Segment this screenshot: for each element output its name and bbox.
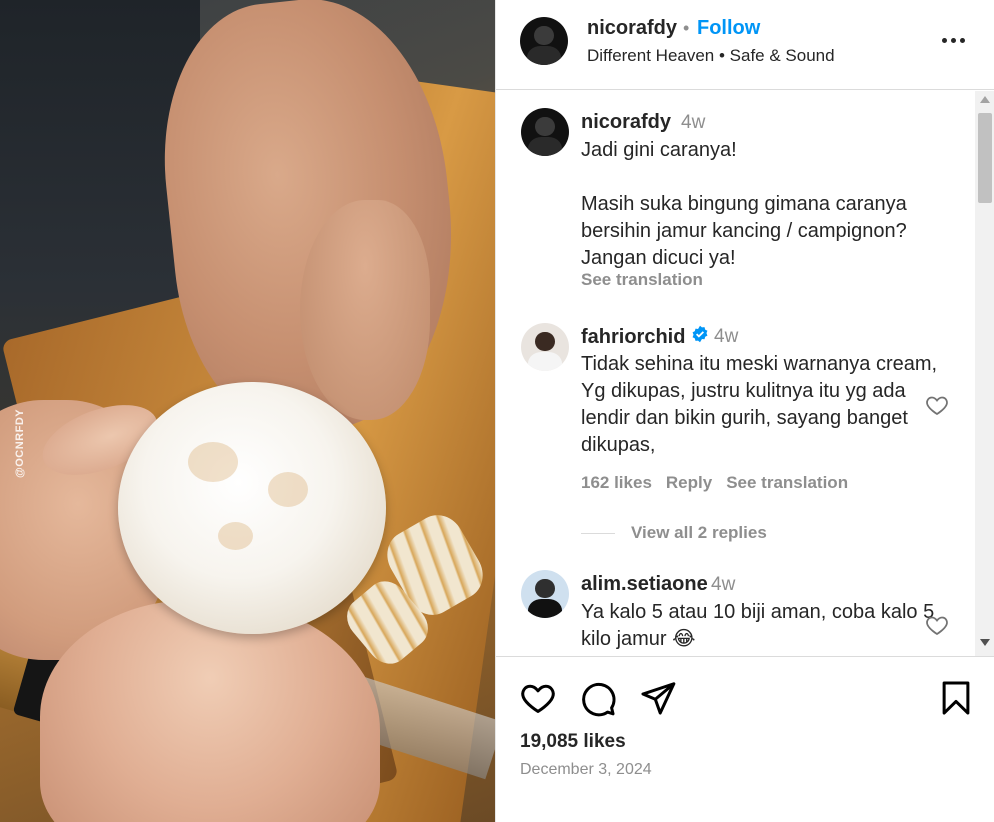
comment-username-text[interactable]: fahriorchid (581, 326, 685, 348)
mushroom-spot (268, 472, 308, 507)
replies-divider (581, 533, 615, 534)
comment-username[interactable]: alim.setiaone (581, 573, 708, 596)
caption-see-translation[interactable]: See translation (581, 270, 703, 290)
author-username[interactable]: nicorafdy (587, 17, 677, 40)
follow-button[interactable]: Follow (697, 17, 760, 40)
mushroom (118, 382, 386, 634)
audio-track[interactable]: Different Heaven • Safe & Sound (587, 46, 835, 66)
author-avatar[interactable] (520, 17, 568, 65)
comment-time[interactable]: 4w (714, 326, 738, 348)
post-date[interactable]: December 3, 2024 (520, 761, 652, 779)
mushroom-spot (218, 522, 253, 550)
comment-text: Tidak sehina itu meski warnanya cream, Y… (581, 353, 938, 456)
paper-plane-icon[interactable] (639, 679, 677, 717)
view-replies-button[interactable]: View all 2 replies (631, 523, 767, 543)
comment-icon[interactable] (579, 679, 617, 717)
scroll-thumb[interactable] (978, 113, 992, 203)
post-actions: 19,085 likes December 3, 2024 (496, 656, 994, 822)
separator-dot: • (683, 18, 690, 38)
caption-text: Jadi gini caranya! Masih suka bingung gi… (581, 139, 907, 269)
likes-count[interactable]: 19,085 likes (520, 731, 626, 753)
reply-button[interactable]: Reply (666, 473, 712, 492)
comment-time[interactable]: 4w (711, 574, 735, 596)
post-details-panel: nicorafdy • Follow Different Heaven • Sa… (495, 0, 994, 822)
mushroom-spot (188, 442, 238, 482)
comment-likes-count[interactable]: 162 likes (581, 473, 652, 492)
scroll-up-arrow-icon[interactable] (980, 96, 990, 103)
post-media[interactable]: @OCNRFDY (0, 0, 495, 822)
comment-avatar[interactable] (521, 323, 569, 371)
comment-like-heart-icon[interactable] (925, 393, 949, 417)
verified-badge-icon (692, 325, 708, 343)
comments-scrollbar[interactable] (975, 91, 994, 656)
media-watermark: @OCNRFDY (14, 408, 26, 478)
comment-username[interactable]: fahriorchid (581, 325, 709, 349)
comment-meta: 162 likes Reply See translation (581, 473, 862, 493)
comment-see-translation[interactable]: See translation (726, 473, 848, 492)
bookmark-icon[interactable] (937, 679, 975, 717)
heart-icon[interactable] (519, 679, 557, 717)
scroll-down-arrow-icon[interactable] (980, 639, 990, 646)
caption-time[interactable]: 4w (681, 112, 705, 134)
post-header: nicorafdy • Follow Different Heaven • Sa… (496, 0, 994, 90)
more-options-icon[interactable] (942, 28, 972, 52)
comment-like-heart-icon[interactable] (925, 613, 949, 637)
comment-avatar[interactable] (521, 570, 569, 618)
caption-username[interactable]: nicorafdy (581, 111, 671, 134)
comment-text: Ya kalo 5 atau 10 biji aman, coba kalo 5… (581, 601, 935, 650)
caption-avatar[interactable] (521, 108, 569, 156)
comments-list[interactable]: nicorafdy 4w Jadi gini caranya! Masih su… (496, 91, 975, 656)
right-fingers (300, 200, 430, 420)
